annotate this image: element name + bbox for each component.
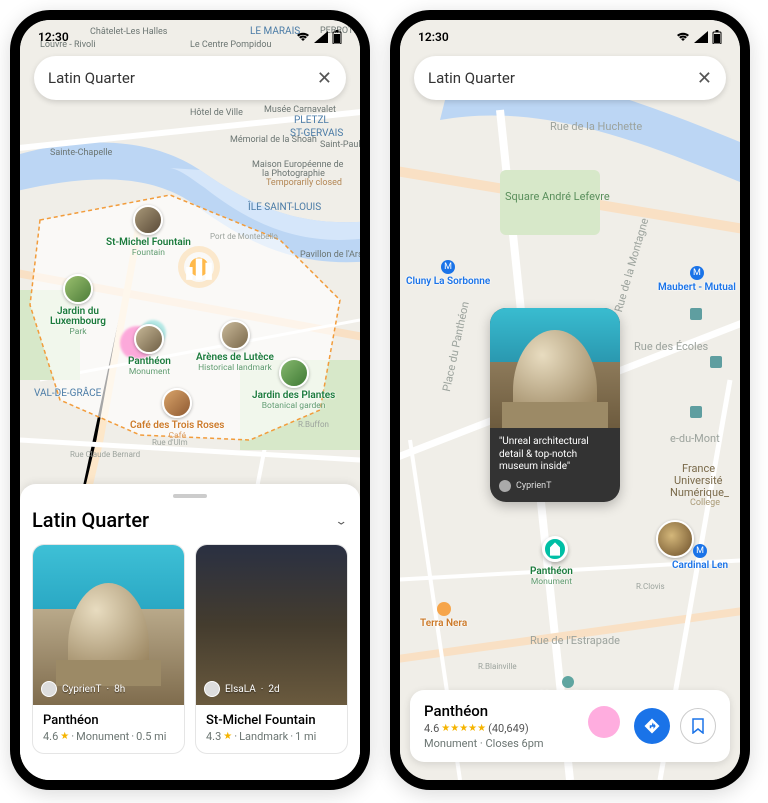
pink-blob-icon: [588, 706, 620, 738]
bottom-sheet[interactable]: Latin Quarter ⌄ CyprienT · 8h: [20, 484, 360, 780]
place-sub-2: 4.3★· Landmark· 1 mi: [206, 730, 337, 743]
place-name-2: St-Michel Fountain: [206, 713, 337, 728]
battery-icon-2: [712, 30, 722, 44]
directions-button[interactable]: [634, 708, 670, 744]
author-chip-1: CyprienT · 8h: [41, 681, 125, 697]
place-sub-1: 4.6★· Monument· 0.5 mi: [43, 730, 174, 743]
phone-right: Rue de la Huchette Square André Lefevre …: [390, 10, 750, 790]
search-input[interactable]: Latin Quarter: [48, 69, 317, 87]
bottom-card[interactable]: Panthéon 4.6 ★★★★★ (40,649) Monument · C…: [410, 690, 730, 762]
author-chip-2: ElsaLA · 2d: [204, 681, 280, 697]
sheet-handle[interactable]: [173, 494, 207, 498]
wifi-icon-2: [676, 31, 690, 43]
sheet-title: Latin Quarter: [32, 508, 149, 532]
popup-card[interactable]: "Unreal architectural detail & top-notch…: [490, 308, 620, 502]
popup-photo: [490, 308, 620, 428]
poi-stats[interactable]: [184, 252, 214, 282]
search-bar[interactable]: Latin Quarter ✕: [34, 56, 346, 100]
close-icon[interactable]: ✕: [317, 68, 332, 89]
popup-author: CyprienT: [499, 480, 611, 492]
screen-right: Rue de la Huchette Square André Lefevre …: [400, 20, 740, 780]
place-card-1[interactable]: CyprienT · 8h Panthéon 4.6★· Monument· 0…: [32, 544, 185, 754]
bus-1[interactable]: [690, 308, 702, 320]
bus-2[interactable]: [710, 356, 722, 368]
signal-icon-2: [694, 31, 708, 43]
bus-3[interactable]: [690, 406, 702, 418]
place-photo-1: CyprienT · 8h: [33, 545, 184, 705]
phone-left: Châtelet-Les Halles Louvre - Rivoli Le C…: [10, 10, 370, 790]
bc-sub: Monument · Closes 6pm: [424, 737, 624, 750]
status-time: 12:30: [38, 30, 69, 44]
pantheon-pin-icon[interactable]: [542, 536, 568, 562]
search-bar-2[interactable]: Latin Quarter ✕: [414, 56, 726, 100]
status-bar: 12:30: [20, 20, 360, 50]
signal-icon: [314, 31, 328, 43]
bookmark-icon: [691, 718, 705, 734]
chevron-down-icon[interactable]: ⌄: [335, 513, 348, 526]
close-icon-2[interactable]: ✕: [697, 68, 712, 89]
bottom-card-main: Panthéon 4.6 ★★★★★ (40,649) Monument · C…: [424, 702, 624, 750]
status-bar-2: 12:30: [400, 20, 740, 50]
wifi-icon: [296, 31, 310, 43]
place-card-2[interactable]: ElsaLA · 2d St-Michel Fountain 4.3★· Lan…: [195, 544, 348, 754]
directions-icon: [643, 717, 661, 735]
poi-church[interactable]: [656, 520, 694, 558]
popup-quote: "Unreal architectural detail & top-notch…: [499, 436, 611, 474]
battery-icon: [332, 30, 342, 44]
place-name-1: Panthéon: [43, 713, 174, 728]
search-input-2[interactable]: Latin Quarter: [428, 69, 697, 87]
cards-row: CyprienT · 8h Panthéon 4.6★· Monument· 0…: [32, 544, 348, 754]
place-photo-2: ElsaLA · 2d: [196, 545, 347, 705]
status-time-2: 12:30: [418, 30, 449, 44]
screen-left: Châtelet-Les Halles Louvre - Rivoli Le C…: [20, 20, 360, 780]
bookmark-button[interactable]: [680, 708, 716, 744]
